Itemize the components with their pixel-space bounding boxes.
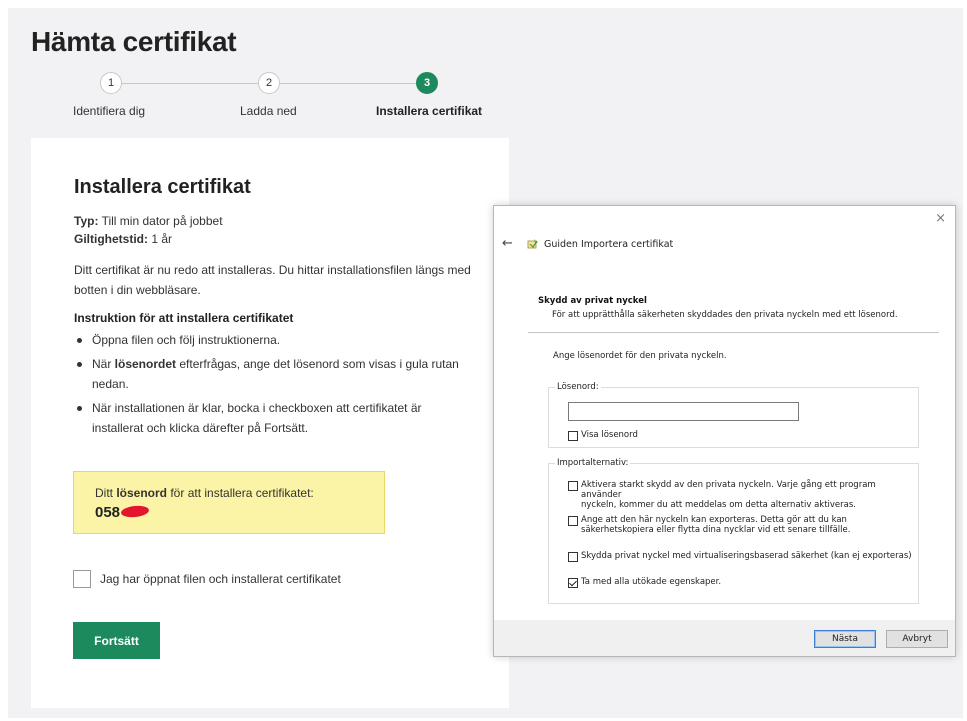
extended-properties-option[interactable]: Ta med alla utökade egenskaper.	[568, 577, 721, 588]
list-item: När lösenordet efterfrågas, ange det lös…	[74, 354, 474, 394]
card-title: Installera certifikat	[74, 176, 251, 198]
extended-properties-checkbox[interactable]	[568, 578, 578, 588]
instructions-heading: Instruktion för att installera certifika…	[74, 311, 294, 325]
import-options-group: Importalternativ: Aktivera starkt skydd …	[548, 458, 919, 604]
type-value: Till min dator på jobbet	[101, 214, 223, 228]
back-arrow-icon[interactable]: ←	[502, 236, 513, 251]
password-caption-post: för att installera certifikatet:	[167, 486, 314, 500]
instruction-2-bold: lösenordet	[114, 357, 177, 371]
password-caption: Ditt lösenord för att installera certifi…	[95, 486, 314, 500]
certificate-wizard-icon	[527, 239, 538, 249]
password-caption-bold: lösenord	[116, 486, 168, 500]
strong-protection-line-2: nyckeln, kommer du att meddelas om detta…	[581, 500, 856, 510]
exportable-key-line-1: Ange att den här nyckeln kan exporteras.…	[581, 515, 847, 525]
show-password-checkbox[interactable]	[568, 431, 578, 441]
step-2-label: Ladda ned	[240, 104, 297, 118]
exportable-key-label: Ange att den här nyckeln kan exporteras.…	[581, 515, 850, 535]
import-certificate-dialog: × ← Guiden Importera certifikat Skydd av…	[493, 205, 956, 657]
import-options-label: Importalternativ:	[555, 458, 631, 468]
redaction-mark	[120, 504, 150, 519]
exportable-key-option[interactable]: Ange att den här nyckeln kan exporteras.…	[568, 515, 850, 535]
password-prompt: Ange lösenordet för den privata nyckeln.	[553, 351, 727, 361]
next-button[interactable]: Nästa	[814, 630, 876, 648]
validity-row: Giltighetstid: 1 år	[74, 232, 172, 246]
validity-label: Giltighetstid:	[74, 232, 148, 246]
step-2-circle: 2	[258, 72, 280, 94]
step-3-label: Installera certifikat	[376, 104, 483, 118]
instruction-2-pre: När	[92, 357, 115, 371]
continue-button[interactable]: Fortsätt	[73, 622, 160, 659]
type-label: Typ:	[74, 214, 99, 228]
exportable-key-line-2: säkerhetskopiera eller flytta dina nyckl…	[581, 525, 851, 535]
validity-value: 1 år	[151, 232, 173, 246]
close-icon[interactable]: ×	[935, 211, 946, 226]
virtualization-security-option[interactable]: Skydda privat nyckel med virtualiserings…	[568, 551, 912, 562]
list-item: Öppna filen och följ instruktionerna.	[74, 330, 474, 350]
step-connector	[122, 83, 258, 84]
virtualization-security-label: Skydda privat nyckel med virtualiserings…	[581, 551, 912, 561]
virtualization-security-checkbox[interactable]	[568, 552, 578, 562]
step-1-circle: 1	[100, 72, 122, 94]
progress-stepper: 1 2 3 Identifiera dig Ladda ned Installe…	[60, 70, 500, 130]
password-caption-pre: Ditt	[95, 486, 117, 500]
strong-protection-line-1: Aktivera starkt skydd av den privata nyc…	[581, 480, 876, 500]
instruction-1-text: Öppna filen och följ instruktionerna.	[92, 333, 281, 347]
password-group-label: Lösenord:	[555, 382, 601, 392]
confirm-label: Jag har öppnat filen och installerat cer…	[100, 572, 341, 586]
type-row: Typ: Till min dator på jobbet	[74, 214, 223, 228]
divider	[528, 332, 939, 333]
instructions-list: Öppna filen och följ instruktionerna. Nä…	[74, 330, 474, 442]
list-item: När installationen är klar, bocka i chec…	[74, 398, 474, 438]
show-password-option[interactable]: Visa lösenord	[568, 430, 638, 441]
cancel-button[interactable]: Avbryt	[886, 630, 948, 648]
strong-protection-option[interactable]: Aktivera starkt skydd av den privata nyc…	[568, 480, 918, 510]
section-heading: Skydd av privat nyckel	[538, 296, 647, 306]
step-connector	[280, 83, 416, 84]
section-subtitle: För att upprätthålla säkerheten skyddade…	[552, 310, 898, 320]
strong-protection-label: Aktivera starkt skydd av den privata nyc…	[581, 480, 918, 510]
password-box: Ditt lösenord för att installera certifi…	[73, 471, 385, 534]
step-1-label: Identifiera dig	[73, 104, 146, 118]
password-value: 058	[95, 504, 121, 521]
confirm-checkbox[interactable]	[73, 570, 91, 588]
extended-properties-label: Ta med alla utökade egenskaper.	[581, 577, 722, 587]
ready-description: Ditt certifikat är nu redo att installer…	[74, 263, 471, 297]
instruction-3-text: När installationen är klar, bocka i chec…	[92, 401, 422, 435]
exportable-key-checkbox[interactable]	[568, 516, 578, 526]
private-key-password-input[interactable]	[568, 402, 799, 421]
step-3-circle: 3	[416, 72, 438, 94]
install-card: Installera certifikat Typ: Till min dato…	[31, 138, 509, 708]
confirm-row[interactable]: Jag har öppnat filen och installerat cer…	[73, 570, 341, 588]
page-title: Hämta certifikat	[31, 26, 237, 57]
password-group: Lösenord: Visa lösenord	[548, 382, 919, 448]
show-password-label: Visa lösenord	[581, 430, 638, 440]
strong-protection-checkbox[interactable]	[568, 481, 578, 491]
dialog-footer: Nästa Avbryt	[494, 620, 955, 656]
dialog-title: Guiden Importera certifikat	[544, 239, 674, 250]
